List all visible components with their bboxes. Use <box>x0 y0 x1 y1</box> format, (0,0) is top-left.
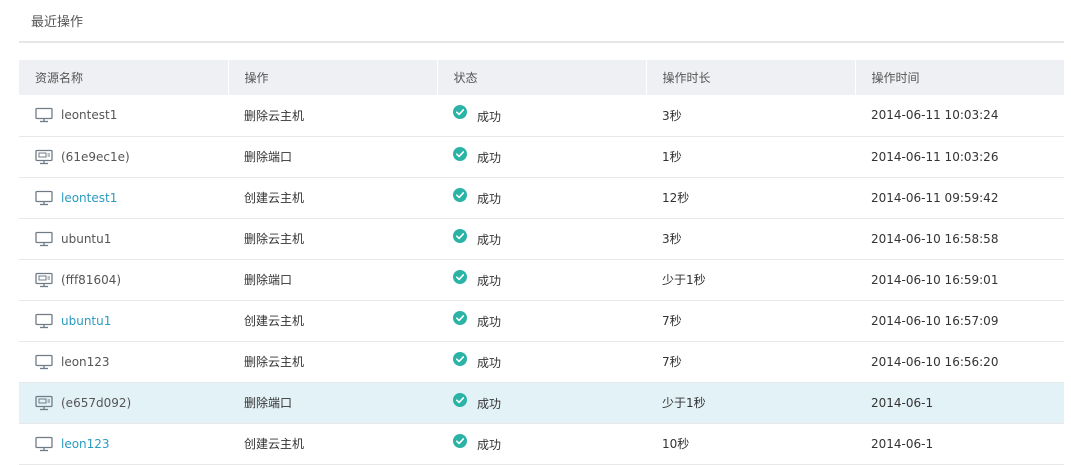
operation-cell: 删除端口 <box>244 150 293 164</box>
table-row[interactable]: leontest1 删除云主机 成功 3秒 2014-06-11 10:03:24 <box>19 95 1064 136</box>
resource-name-cell: (fff81604) <box>19 259 228 300</box>
success-check-icon <box>453 146 467 161</box>
table-row[interactable]: ubuntu1 删除云主机 成功 3秒 2014-06-10 16:58:58 <box>19 218 1064 259</box>
duration-cell: 12秒 <box>662 191 690 205</box>
table-row[interactable]: leon123 删除云主机 成功 7秒 2014-06-10 16:56:20 <box>19 341 1064 382</box>
success-check-icon <box>453 228 467 243</box>
status-text: 成功 <box>477 397 502 411</box>
status-text: 成功 <box>477 315 502 329</box>
table-row[interactable]: (fff81604) 删除端口 成功 少于1秒 2014-06-10 16:59:01 <box>19 259 1064 300</box>
status-text: 成功 <box>477 356 502 370</box>
column-header-operation: 操作 <box>228 60 438 95</box>
column-header-duration: 操作时长 <box>646 60 856 95</box>
column-header-status: 状态 <box>437 60 647 95</box>
monitor-icon <box>35 107 53 123</box>
recent-operations-table: 资源名称 操作 状态 操作时长 操作时间 leontest1 删除云主机 成功 3秒 2… <box>19 60 1064 465</box>
status-cell-container: 成功 <box>437 382 646 423</box>
duration-cell: 10秒 <box>662 437 690 451</box>
resource-name-link[interactable]: leontest1 <box>61 191 117 205</box>
success-check-icon <box>453 187 467 202</box>
resource-name-cell: ubuntu1 <box>19 218 228 259</box>
status-cell-container: 成功 <box>437 423 646 464</box>
duration-cell: 3秒 <box>662 108 682 123</box>
duration-cell: 少于1秒 <box>662 273 706 287</box>
duration-cell: 少于1秒 <box>662 396 706 410</box>
time-cell: 2014-06-11 10:03:26 <box>871 149 999 164</box>
section-title: 最近操作 <box>31 15 84 30</box>
resource-name-cell: leontest1 <box>19 95 228 136</box>
resource-name-link[interactable]: leon123 <box>61 437 110 451</box>
monitor-icon <box>35 231 53 247</box>
status-cell-container: 成功 <box>437 177 646 218</box>
status-text: 成功 <box>477 233 502 247</box>
duration-cell: 7秒 <box>662 355 682 369</box>
time-cell: 2014-06-11 10:03:24 <box>871 108 999 123</box>
time-cell: 2014-06-1 <box>871 395 934 410</box>
duration-cell: 1秒 <box>662 150 682 164</box>
success-check-icon <box>453 269 467 284</box>
success-check-icon <box>453 351 467 366</box>
resource-name-cell: leontest1 <box>19 177 228 218</box>
resource-name-cell: leon123 <box>19 341 228 382</box>
table-header-row: 资源名称 操作 状态 操作时长 操作时间 <box>19 60 1064 95</box>
table-row[interactable]: (e657d092) 删除端口 成功 少于1秒 2014-06-1 <box>19 382 1064 423</box>
resource-name-cell: (61e9ec1e) <box>19 136 228 177</box>
time-cell: 2014-06-10 16:58:58 <box>871 231 999 246</box>
time-cell: 2014-06-10 16:59:01 <box>871 272 999 287</box>
column-header-time: 操作时间 <box>871 71 920 85</box>
monitor-icon <box>35 436 53 452</box>
title-divider <box>19 41 1064 43</box>
operation-cell: 删除云主机 <box>244 232 305 246</box>
resource-name: (61e9ec1e) <box>61 149 130 164</box>
status-text: 成功 <box>477 151 502 165</box>
monitor-icon <box>35 354 53 370</box>
status-text: 成功 <box>477 438 502 452</box>
operation-cell: 删除云主机 <box>244 108 305 123</box>
time-cell: 2014-06-10 16:56:20 <box>871 354 999 369</box>
status-cell-container: 成功 <box>437 136 646 177</box>
success-check-icon <box>453 105 467 120</box>
table-row[interactable]: (61e9ec1e) 删除端口 成功 1秒 2014-06-11 10:03:26 <box>19 136 1064 177</box>
resource-name-link[interactable]: ubuntu1 <box>61 314 111 328</box>
success-check-icon <box>453 433 467 448</box>
table-row[interactable]: ubuntu1 创建云主机 成功 7秒 2014-06-10 16:57:09 <box>19 300 1064 341</box>
status-text: 成功 <box>477 274 502 288</box>
operation-cell: 删除端口 <box>244 273 293 287</box>
network-port-icon <box>35 149 53 165</box>
resource-name: leon123 <box>61 354 110 369</box>
operation-cell: 删除端口 <box>244 396 293 410</box>
operation-cell: 创建云主机 <box>244 191 305 205</box>
success-check-icon <box>453 310 467 325</box>
time-cell: 2014-06-10 16:57:09 <box>871 313 999 328</box>
network-port-icon <box>35 395 53 411</box>
monitor-icon <box>35 190 53 206</box>
resource-name-cell: leon123 <box>19 423 228 464</box>
resource-name: ubuntu1 <box>61 231 112 246</box>
table-row[interactable]: leontest1 创建云主机 成功 12秒 2014-06-11 09:59:42 <box>19 177 1064 218</box>
network-port-icon <box>35 272 53 288</box>
resource-name: leontest1 <box>61 108 118 123</box>
success-check-icon <box>453 392 467 407</box>
resource-name: (fff81604) <box>61 272 122 287</box>
duration-cell: 7秒 <box>662 314 682 328</box>
time-cell: 2014-06-1 <box>871 436 934 451</box>
resource-name-cell: ubuntu1 <box>19 300 228 341</box>
operation-cell: 删除云主机 <box>244 355 305 369</box>
status-cell-container: 成功 <box>437 259 646 300</box>
time-cell: 2014-06-11 09:59:42 <box>871 190 999 205</box>
status-cell-container: 成功 <box>437 218 646 259</box>
resource-name: (e657d092) <box>61 395 132 410</box>
status-cell-container: 成功 <box>437 95 646 136</box>
column-header-resource-name: 资源名称 <box>19 60 229 95</box>
operation-cell: 创建云主机 <box>244 314 305 328</box>
monitor-icon <box>35 313 53 329</box>
operation-cell: 创建云主机 <box>244 437 305 451</box>
status-cell-container: 成功 <box>437 341 646 382</box>
table-row[interactable]: leon123 创建云主机 成功 10秒 2014-06-1 <box>19 423 1064 464</box>
status-cell-container: 成功 <box>437 300 646 341</box>
status-text: 成功 <box>477 109 502 124</box>
duration-cell: 3秒 <box>662 232 682 246</box>
status-text: 成功 <box>477 192 502 206</box>
resource-name-cell: (e657d092) <box>19 382 228 423</box>
